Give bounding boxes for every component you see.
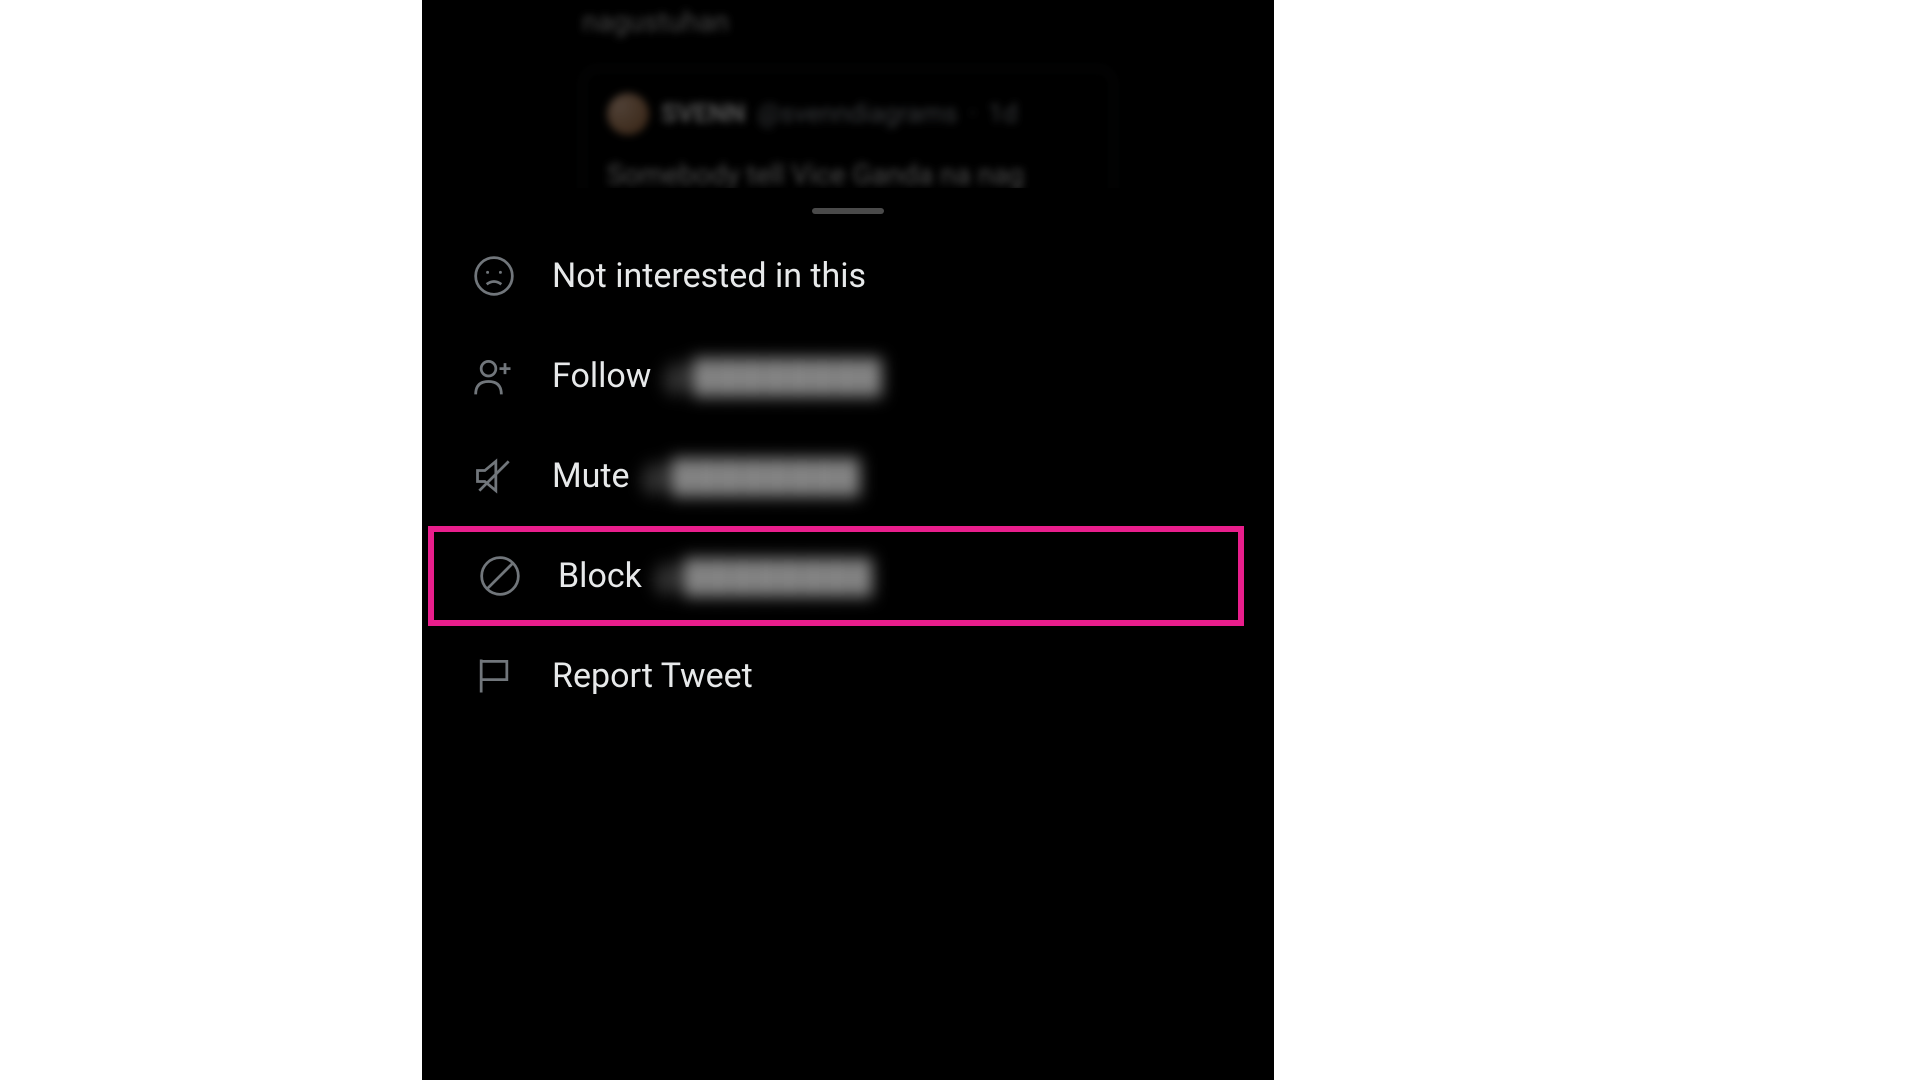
mute-handle-blurred: @████████ xyxy=(642,457,861,495)
follow-label: Follow @████████ xyxy=(552,356,882,396)
follow-text: Follow xyxy=(552,356,651,396)
mute-text: Mute xyxy=(552,456,630,496)
quoted-username: @svenndiagrams xyxy=(757,99,957,129)
block-handle-blurred: @████████ xyxy=(654,557,873,595)
not-interested-option[interactable]: Not interested in this xyxy=(422,226,1274,326)
not-interested-label: Not interested in this xyxy=(552,256,866,296)
sheet-drag-handle[interactable] xyxy=(812,208,884,214)
not-interested-text: Not interested in this xyxy=(552,256,866,296)
block-label: Block @████████ xyxy=(558,556,873,596)
parent-tweet-text: nagustuhan xyxy=(462,0,1234,58)
quoted-timestamp: 1d xyxy=(988,99,1017,129)
block-icon xyxy=(478,554,522,598)
mute-label: Mute @████████ xyxy=(552,456,861,496)
quoted-tweet-header: SVENN @svenndiagrams · 1d xyxy=(607,93,1089,135)
report-tweet-option[interactable]: Report Tweet xyxy=(422,626,1274,726)
quoted-separator: · xyxy=(969,99,976,129)
mute-option[interactable]: Mute @████████ xyxy=(422,426,1274,526)
tweet-action-sheet: Not interested in this Follow @████████ … xyxy=(422,188,1274,726)
mute-icon xyxy=(472,454,516,498)
quoted-display-name: SVENN xyxy=(661,99,745,129)
avatar xyxy=(607,93,649,135)
follow-handle-blurred: @████████ xyxy=(663,357,882,395)
block-text: Block xyxy=(558,556,642,596)
block-option[interactable]: Block @████████ xyxy=(428,526,1244,626)
follow-option[interactable]: Follow @████████ xyxy=(422,326,1274,426)
follow-user-icon xyxy=(472,354,516,398)
flag-icon xyxy=(472,654,516,698)
sad-face-icon xyxy=(472,254,516,298)
report-tweet-label: Report Tweet xyxy=(552,656,753,696)
report-tweet-text: Report Tweet xyxy=(552,656,753,696)
app-container: nagustuhan SVENN @svenndiagrams · 1d Som… xyxy=(422,0,1274,1080)
